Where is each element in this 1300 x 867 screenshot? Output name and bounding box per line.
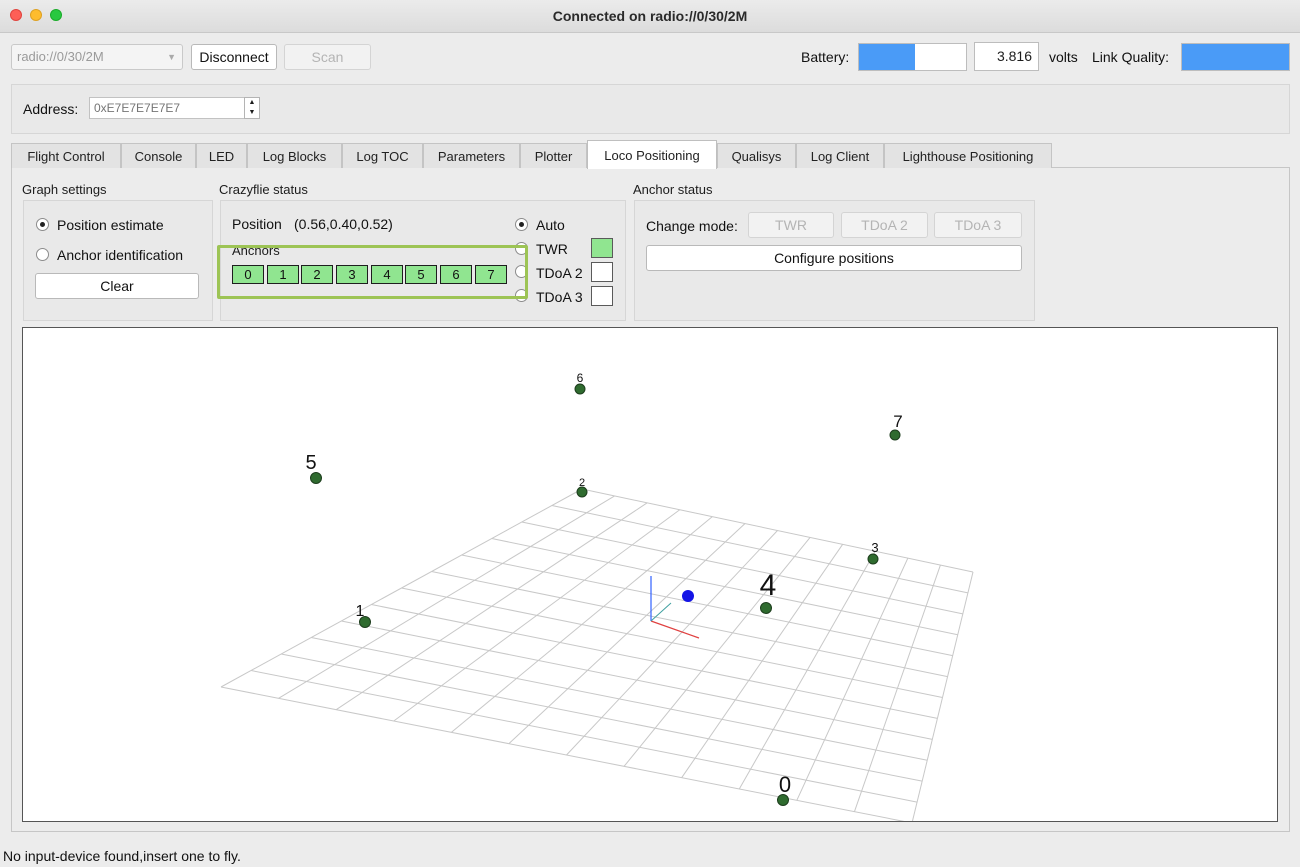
tdoa3-mode-button[interactable]: TDoA 3: [934, 212, 1022, 238]
mode-auto-radio[interactable]: [515, 218, 528, 231]
mode-tdoa2-indicator: [591, 262, 613, 282]
anchor-status-title: Anchor status: [633, 182, 713, 197]
anchor-identification-label: Anchor identification: [57, 247, 184, 263]
anchor-0-marker: 0: [777, 772, 791, 806]
clear-button[interactable]: Clear: [35, 273, 199, 299]
anchor-5-label: 5: [305, 452, 316, 474]
anchor-3-marker: 3: [867, 540, 879, 565]
position-label: Position: [232, 216, 282, 232]
anchor-0-label: 0: [779, 772, 791, 797]
position-value: (0.56,0.40,0.52): [294, 216, 393, 232]
crazyflie-status-title: Crazyflie status: [219, 182, 308, 197]
tab-plotter[interactable]: Plotter: [520, 143, 587, 168]
tdoa2-mode-button[interactable]: TDoA 2: [841, 212, 928, 238]
chevron-down-icon: ▼: [167, 52, 176, 62]
scan-button[interactable]: Scan: [284, 44, 371, 70]
drone-position-marker: [682, 590, 694, 602]
anchor-2-label: 2: [579, 477, 585, 489]
link-quality-bar-fill: [1182, 44, 1289, 70]
voltage-display: 3.816: [974, 42, 1039, 71]
x-axis-line: [650, 620, 700, 639]
anchor-1-label: 1: [356, 603, 365, 620]
mode-tdoa3-indicator: [591, 286, 613, 306]
volts-label: volts: [1049, 49, 1078, 65]
mode-tdoa2-label: TDoA 2: [536, 265, 583, 281]
radio-uri-combo[interactable]: radio://0/30/2M ▼: [11, 44, 183, 70]
status-bar-message: No input-device found,insert one to fly.: [3, 848, 241, 864]
battery-bar: [858, 43, 967, 71]
address-input[interactable]: [89, 97, 245, 119]
position-3d-view[interactable]: 0 1 2 3 4 5 6 7: [22, 327, 1278, 822]
tab-parameters[interactable]: Parameters: [423, 143, 520, 168]
anchor-4-label: 4: [760, 569, 777, 602]
tab-led[interactable]: LED: [196, 143, 247, 168]
configure-positions-button[interactable]: Configure positions: [646, 245, 1022, 271]
tab-lighthouse-positioning[interactable]: Lighthouse Positioning: [884, 143, 1052, 168]
tab-loco-positioning[interactable]: Loco Positioning: [587, 140, 717, 169]
spin-up-icon[interactable]: ▲: [245, 98, 259, 108]
anchor-5-marker: 5: [305, 452, 322, 484]
spin-down-icon[interactable]: ▼: [245, 108, 259, 118]
tab-log-blocks[interactable]: Log Blocks: [247, 143, 342, 168]
anchor-6-marker: 6: [574, 371, 586, 395]
link-quality-bar: [1181, 43, 1290, 71]
tab-log-toc[interactable]: Log TOC: [342, 143, 423, 168]
change-mode-label: Change mode:: [646, 218, 738, 234]
tab-flight-control[interactable]: Flight Control: [11, 143, 121, 168]
link-quality-label: Link Quality:: [1092, 49, 1170, 65]
mode-twr-label: TWR: [536, 241, 568, 257]
twr-mode-button[interactable]: TWR: [748, 212, 834, 238]
position-3d-canvas: 0 1 2 3 4 5 6 7: [220, 371, 974, 821]
address-label: Address:: [23, 101, 79, 117]
tab-console[interactable]: Console: [121, 143, 196, 168]
anchor-2-marker: 2: [576, 477, 588, 498]
graph-settings-title: Graph settings: [22, 182, 107, 197]
anchor-3-label: 3: [871, 540, 878, 555]
anchor-4-marker: 4: [760, 569, 777, 614]
anchors-highlight-box: [217, 245, 528, 299]
position-estimate-label: Position estimate: [57, 217, 164, 233]
position-estimate-radio[interactable]: [36, 218, 49, 231]
anchor-7-marker: 7: [889, 412, 903, 441]
mode-twr-indicator: [591, 238, 613, 258]
radio-uri-value: radio://0/30/2M: [17, 49, 104, 64]
mode-tdoa3-label: TDoA 3: [536, 289, 583, 305]
anchor-7-label: 7: [893, 412, 902, 431]
mode-auto-label: Auto: [536, 217, 565, 233]
battery-label: Battery:: [801, 49, 850, 65]
anchor-6-label: 6: [577, 371, 584, 385]
floor-grid: [220, 488, 974, 821]
tab-log-client[interactable]: Log Client: [796, 143, 884, 168]
anchor-identification-radio[interactable]: [36, 248, 49, 261]
disconnect-button[interactable]: Disconnect: [191, 44, 277, 70]
tab-qualisys[interactable]: Qualisys: [717, 143, 796, 168]
window-title: Connected on radio://0/30/2M: [552, 8, 748, 24]
battery-bar-fill: [859, 44, 915, 70]
address-spinner[interactable]: ▲ ▼: [244, 97, 260, 119]
